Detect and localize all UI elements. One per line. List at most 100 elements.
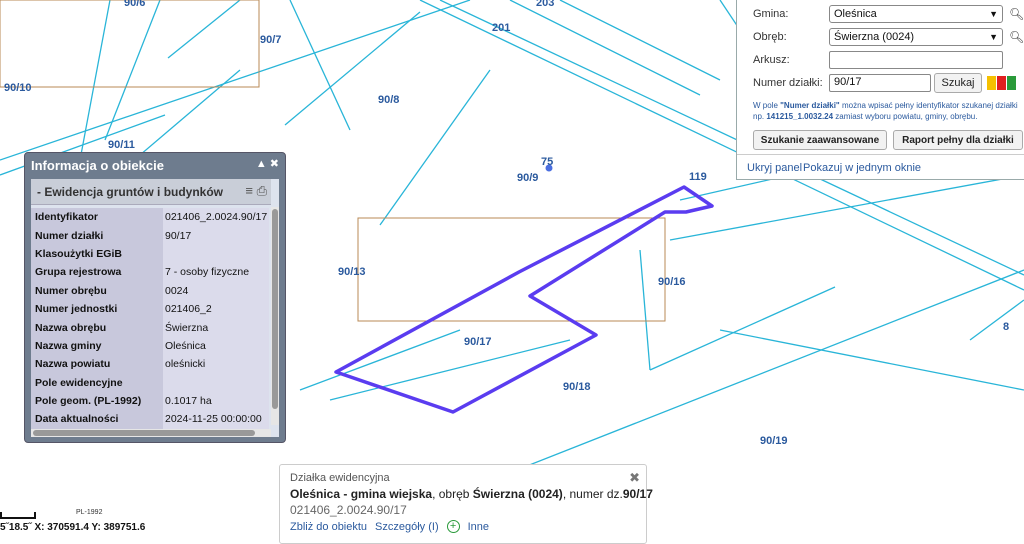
info-window: Informacja o obiekcie ▲ ✖ - Ewidencja gr… [24, 152, 286, 443]
attribute-value: 021406_2 [163, 299, 269, 319]
parcel-popup: Działka ewidencyjna ✖ Oleśnica - gmina w… [279, 464, 653, 544]
attribute-row: Numer działki 90/17 [31, 226, 269, 245]
arkusz-input[interactable] [829, 51, 1003, 69]
close-icon[interactable]: ✖ [270, 158, 279, 170]
attribute-key: Klasoużytki EGiB [31, 244, 163, 264]
chevron-down-icon: ▼ [989, 32, 998, 42]
attribute-key: Nazwa obrębu [31, 318, 163, 337]
numer-dzialki-input[interactable]: 90/17 [829, 74, 931, 92]
horizontal-scrollbar[interactable] [31, 429, 271, 437]
other-link[interactable]: Inne [468, 521, 489, 533]
attribute-row: Identyfikator 021406_2.0024.90/17 [31, 208, 269, 227]
attribute-value: 0024 [163, 281, 269, 300]
show-one-window-link[interactable]: Pokazuj w jednym oknie [803, 162, 921, 174]
attribute-key: Pole ewidencyjne [31, 373, 163, 392]
attribute-row: Nazwa gminy Oleśnica [31, 336, 269, 356]
scroll-thumb[interactable] [272, 209, 278, 409]
attribute-key: Nazwa powiatu [31, 355, 163, 374]
color-swatches[interactable] [986, 76, 1016, 90]
gmina-value: Oleśnica [834, 8, 877, 20]
details-link[interactable]: Szczegóły (I) [375, 521, 439, 533]
selected-parcel-outline[interactable] [334, 185, 714, 414]
parcel-label: 90/18 [563, 381, 591, 393]
collapse-icon[interactable]: ▲ [256, 158, 267, 170]
obreb-select[interactable]: Świerzna (0024) ▼ [829, 28, 1003, 46]
attribute-key: Pole geom. (PL-1992) [31, 391, 163, 411]
search-icon[interactable]: 🔍︎ [1009, 30, 1024, 44]
attribute-value: 2024-11-25 00:00:00 [163, 410, 269, 429]
gmina-label: Gmina: [753, 8, 789, 20]
attribute-row: Klasoużytki EGiB [31, 244, 269, 264]
text: , numer dz. [562, 487, 623, 501]
parcel-label: 119 [689, 171, 707, 183]
search-icon[interactable]: 🔍︎ [1009, 7, 1024, 21]
gmina-name: Oleśnica - gmina wiejska [290, 487, 433, 501]
attribute-key: Numer działki [31, 226, 163, 245]
attribute-value [163, 244, 269, 264]
gmina-select[interactable]: Oleśnica ▼ [829, 5, 1003, 23]
scroll-thumb[interactable] [33, 430, 255, 436]
attribute-key: Numer jednostki [31, 299, 163, 319]
yellow-swatch[interactable] [987, 76, 996, 90]
advanced-search-button[interactable]: Szukanie zaawansowane [753, 130, 887, 150]
parcel-label: 90/10 [4, 82, 32, 94]
parcel-label: 90/13 [338, 266, 366, 278]
attribute-key: Identyfikator [31, 208, 163, 227]
hide-panel-link[interactable]: Ukryj panel [747, 162, 802, 174]
parcel-label: 203 [536, 0, 554, 9]
attribute-value [163, 373, 269, 392]
attribute-row: Pole geom. (PL-1992) 0.1017 ha [31, 391, 269, 411]
search-hint: W pole "Numer działki" można wpisać pełn… [753, 100, 1024, 122]
popup-identifier: 021406_2.0024.90/17 [290, 503, 407, 517]
parcel-label: 201 [492, 22, 510, 34]
attribute-value: Świerzna [163, 318, 269, 337]
hint-text: W pole [753, 101, 781, 110]
parcel-label: 90/19 [760, 435, 788, 447]
parcel-number: 90/17 [622, 487, 653, 501]
divider [737, 154, 1024, 155]
attribute-row: Data aktualności 2024-11-25 00:00:00 [31, 410, 269, 429]
parcel-label: 75 [541, 156, 553, 168]
vertical-scrollbar[interactable] [271, 207, 279, 425]
green-swatch[interactable] [1007, 76, 1016, 90]
attribute-key: Nazwa gminy [31, 336, 163, 356]
full-report-button[interactable]: Raport pełny dla działki [893, 130, 1023, 150]
obreb-value: Świerzna (0024) [834, 31, 915, 43]
building-outline-top [0, 0, 260, 88]
attribute-value: 0.1017 ha [163, 391, 269, 411]
hint-text: zamiast wyboru powiatu, gminy, obrębu. [833, 112, 978, 121]
attribute-row: Numer jednostki 021406_2 [31, 299, 269, 319]
close-icon[interactable]: ✖ [629, 470, 640, 486]
hint-bold: "Numer działki" [780, 101, 840, 110]
info-window-body: - Ewidencja gruntów i budynków ≡ ⎙ Ident… [31, 179, 279, 437]
section-header[interactable]: - Ewidencja gruntów i budynków ≡ ⎙ [31, 179, 271, 205]
scale-bar [0, 512, 36, 519]
popup-header: Działka ewidencyjna [290, 472, 390, 484]
attribute-value: 7 - osoby fizyczne [163, 263, 269, 282]
attribute-row: Pole ewidencyjne [31, 373, 269, 392]
attribute-value: Oleśnica [163, 336, 269, 356]
parcel-label: 90/9 [517, 172, 538, 184]
zoom-to-object-link[interactable]: Zbliż do obiektu [290, 521, 367, 533]
info-window-title: Informacja o obiekcie [31, 158, 164, 173]
attribute-value: 90/17 [163, 226, 269, 245]
hint-text: np. [753, 112, 767, 121]
popup-description: Oleśnica - gmina wiejska, obręb Świerzna… [290, 487, 653, 501]
parcel-label: 8 [1003, 321, 1009, 333]
attribute-value: 021406_2.0024.90/17 [163, 208, 269, 227]
parcel-label: 90/16 [658, 276, 686, 288]
red-swatch[interactable] [997, 76, 1006, 90]
print-icon[interactable]: ⎙ [257, 183, 267, 198]
chevron-down-icon: ▼ [989, 9, 998, 19]
attribute-row: Numer obrębu 0024 [31, 281, 269, 300]
parcel-label: 90/17 [464, 336, 492, 348]
attribute-row: Nazwa powiatu oleśnicki [31, 355, 269, 374]
export-icon[interactable]: ≡ [245, 183, 253, 198]
section-icons: ≡ ⎙ [245, 183, 267, 199]
parcel-label: 90/11 [108, 139, 135, 151]
parcel-label: 90/8 [378, 94, 399, 106]
plus-icon[interactable]: + [446, 520, 460, 533]
hint-bold: 141215_1.0032.24 [766, 112, 834, 121]
search-button[interactable]: Szukaj [934, 73, 982, 93]
popup-links: Zbliż do obiektu Szczegóły (I) + Inne [290, 520, 497, 533]
